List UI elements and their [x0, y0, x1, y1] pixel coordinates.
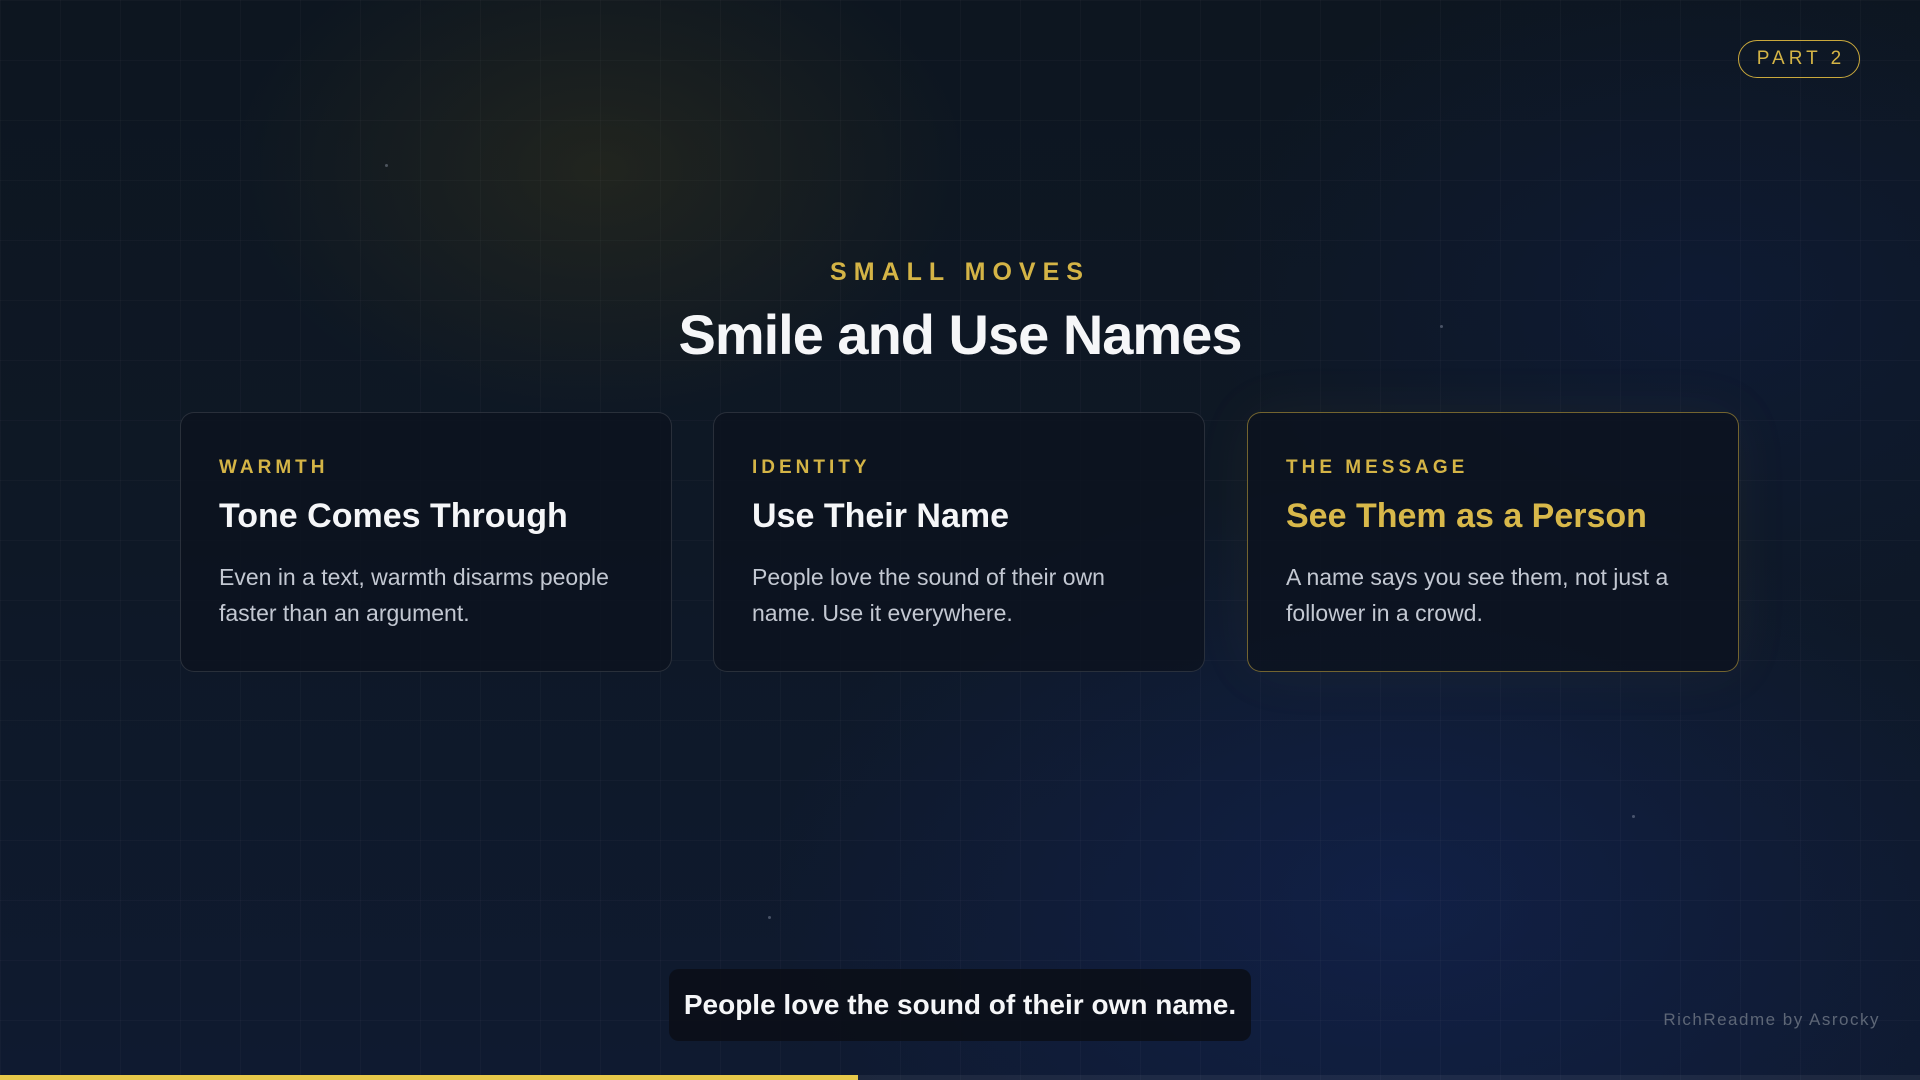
card-kicker: WARMTH [219, 457, 329, 478]
decorative-dot [1632, 815, 1635, 818]
card-title: Tone Comes Through [219, 497, 568, 535]
progress-fill [0, 1075, 859, 1080]
card-title: Use Their Name [752, 497, 1009, 535]
card-body: Even in a text, warmth disarms people fa… [219, 564, 609, 626]
caption-subtitle: People love the sound of their own name. [669, 969, 1251, 1041]
slide-title: Smile and Use Names [678, 303, 1242, 366]
card-title: See Them as a Person [1286, 497, 1647, 535]
decorative-dot [385, 164, 388, 167]
progress-bar [0, 1075, 1920, 1080]
card-body: A name says you see them, not just a fol… [1286, 564, 1669, 626]
card-the-message: THE MESSAGE See Them as a Person A name … [1247, 412, 1739, 672]
slide: PART 2 SMALL MOVES Smile and Use Names W… [0, 0, 1920, 1080]
part-badge: PART 2 [1738, 40, 1860, 78]
card-kicker: IDENTITY [752, 457, 871, 478]
decorative-dot [768, 916, 771, 919]
card-warmth: WARMTH Tone Comes Through Even in a text… [180, 412, 672, 672]
section-kicker: SMALL MOVES [830, 258, 1090, 286]
card-kicker: THE MESSAGE [1286, 457, 1469, 478]
credit-text: RichReadme by Asrocky [1663, 1010, 1880, 1029]
card-identity: IDENTITY Use Their Name People love the … [713, 412, 1205, 672]
card-body: People love the sound of their own name.… [752, 564, 1105, 626]
